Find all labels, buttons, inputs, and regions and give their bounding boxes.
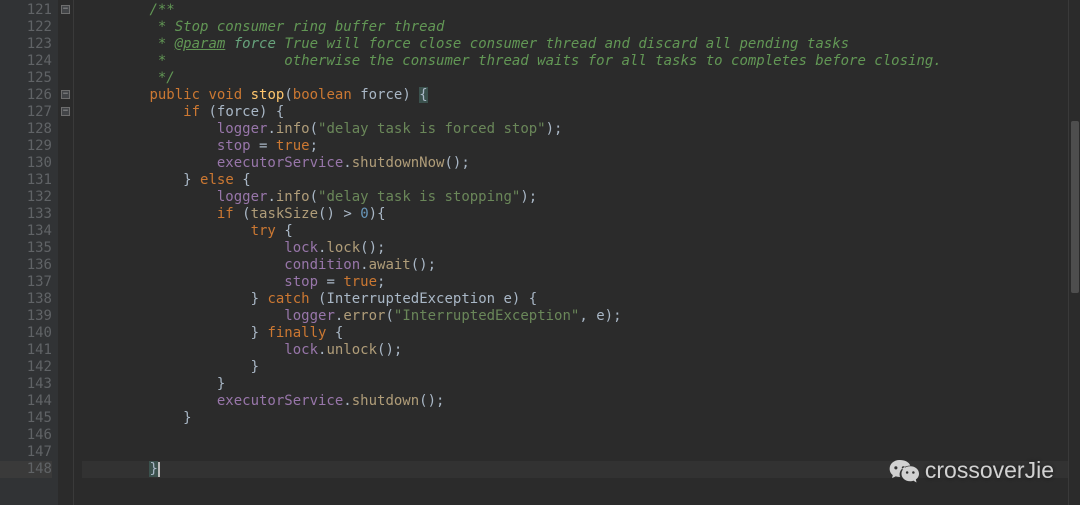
line-number[interactable]: 140 xyxy=(0,325,52,342)
code-line[interactable]: try { xyxy=(82,223,1068,240)
code-area[interactable]: /** * Stop consumer ring buffer thread *… xyxy=(74,0,1068,505)
code-line[interactable]: logger.error("InterruptedException", e); xyxy=(82,308,1068,325)
line-number[interactable]: 138 xyxy=(0,291,52,308)
code-line[interactable]: /** xyxy=(82,2,1068,19)
line-number[interactable]: 144 xyxy=(0,393,52,410)
code-line[interactable]: condition.await(); xyxy=(82,257,1068,274)
code-line[interactable]: } xyxy=(82,410,1068,427)
line-number[interactable]: 129 xyxy=(0,138,52,155)
line-number[interactable]: 141 xyxy=(0,342,52,359)
code-line[interactable]: lock.unlock(); xyxy=(82,342,1068,359)
line-number-gutter[interactable]: 1211221231241251261271281291301311321331… xyxy=(0,0,58,505)
code-line[interactable]: } catch (InterruptedException e) { xyxy=(82,291,1068,308)
code-editor[interactable]: 1211221231241251261271281291301311321331… xyxy=(0,0,1080,505)
code-line[interactable]: executorService.shutdown(); xyxy=(82,393,1068,410)
code-line[interactable]: } xyxy=(82,461,1068,478)
code-line[interactable]: } finally { xyxy=(82,325,1068,342)
line-number[interactable]: 142 xyxy=(0,359,52,376)
code-line[interactable]: logger.info("delay task is forced stop")… xyxy=(82,121,1068,138)
code-line[interactable]: } xyxy=(82,359,1068,376)
line-number[interactable]: 123 xyxy=(0,36,52,53)
line-number[interactable]: 143 xyxy=(0,376,52,393)
line-number[interactable]: 122 xyxy=(0,19,52,36)
code-line[interactable] xyxy=(82,444,1068,461)
code-line[interactable]: logger.info("delay task is stopping"); xyxy=(82,189,1068,206)
code-line[interactable]: stop = true; xyxy=(82,274,1068,291)
line-number[interactable]: 126 xyxy=(0,87,52,104)
line-number[interactable]: 147 xyxy=(0,444,52,461)
code-line[interactable]: public void stop(boolean force) { xyxy=(82,87,1068,104)
code-line[interactable]: if (taskSize() > 0){ xyxy=(82,206,1068,223)
code-line[interactable]: * Stop consumer ring buffer thread xyxy=(82,19,1068,36)
line-number[interactable]: 146 xyxy=(0,427,52,444)
text-caret xyxy=(158,462,160,477)
code-line[interactable]: } xyxy=(82,376,1068,393)
fold-column[interactable]: − − − xyxy=(58,0,74,505)
line-number[interactable]: 134 xyxy=(0,223,52,240)
scrollbar-thumb[interactable] xyxy=(1071,121,1079,293)
line-number[interactable]: 125 xyxy=(0,70,52,87)
line-number[interactable]: 124 xyxy=(0,53,52,70)
code-line[interactable]: * otherwise the consumer thread waits fo… xyxy=(82,53,1068,70)
code-line[interactable]: */ xyxy=(82,70,1068,87)
line-number[interactable]: 132 xyxy=(0,189,52,206)
code-line[interactable]: executorService.shutdownNow(); xyxy=(82,155,1068,172)
fold-toggle[interactable]: − xyxy=(61,107,70,116)
vertical-scrollbar[interactable] xyxy=(1068,0,1080,505)
code-line[interactable]: } else { xyxy=(82,172,1068,189)
line-number[interactable]: 139 xyxy=(0,308,52,325)
line-number[interactable]: 135 xyxy=(0,240,52,257)
code-line[interactable] xyxy=(82,427,1068,444)
code-line[interactable]: if (force) { xyxy=(82,104,1068,121)
code-line[interactable]: stop = true; xyxy=(82,138,1068,155)
line-number[interactable]: 148 xyxy=(0,461,52,478)
fold-toggle[interactable]: − xyxy=(61,90,70,99)
line-number[interactable]: 131 xyxy=(0,172,52,189)
line-number[interactable]: 127 xyxy=(0,104,52,121)
line-number[interactable]: 128 xyxy=(0,121,52,138)
code-line[interactable]: lock.lock(); xyxy=(82,240,1068,257)
line-number[interactable]: 130 xyxy=(0,155,52,172)
line-number[interactable]: 145 xyxy=(0,410,52,427)
code-line[interactable]: * @param force True will force close con… xyxy=(82,36,1068,53)
line-number[interactable]: 137 xyxy=(0,274,52,291)
line-number[interactable]: 121 xyxy=(0,2,52,19)
line-number[interactable]: 136 xyxy=(0,257,52,274)
fold-toggle[interactable]: − xyxy=(61,5,70,14)
line-number[interactable]: 133 xyxy=(0,206,52,223)
